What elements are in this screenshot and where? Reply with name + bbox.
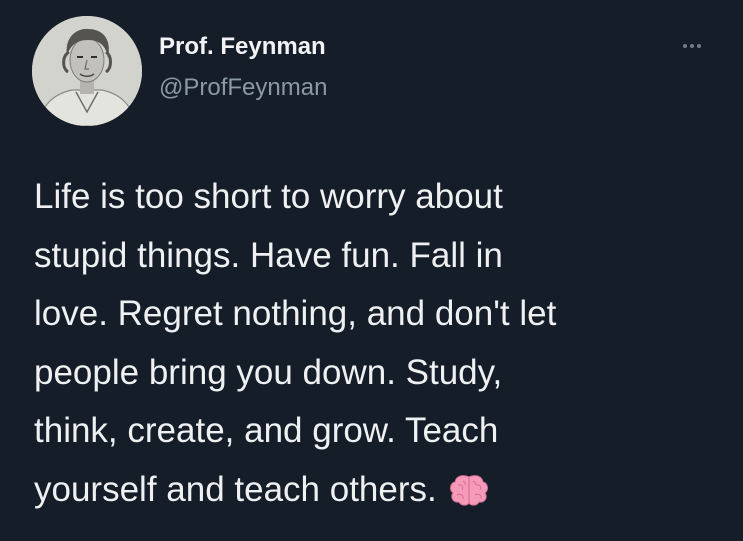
- author-display-name[interactable]: Prof. Feynman: [159, 33, 326, 61]
- author-handle[interactable]: @ProfFeynman: [159, 74, 327, 102]
- tweet-text-line: love. Regret nothing, and don't let: [34, 294, 557, 333]
- brain-icon: [449, 467, 489, 526]
- tweet-text-last-line: yourself and teach others.: [34, 461, 724, 526]
- more-options-button[interactable]: [672, 32, 712, 60]
- author-avatar[interactable]: [32, 16, 142, 126]
- more-options-icon-dot: [690, 44, 694, 48]
- more-options-icon: [683, 44, 687, 48]
- tweet-card: Prof. Feynman @ProfFeynman Life is too s…: [0, 0, 743, 541]
- more-options-icon-dot: [697, 44, 701, 48]
- tweet-text-line: yourself and teach others.: [34, 469, 437, 509]
- tweet-text-line: Life is too short to worry about: [34, 177, 503, 216]
- portrait-avatar-icon: [32, 16, 142, 126]
- tweet-text-line: people bring you down. Study,: [34, 352, 503, 392]
- tweet-text: Life is too short to worry about stupid …: [34, 168, 724, 525]
- tweet-text-line: stupid things. Have fun. Fall in: [34, 235, 503, 275]
- tweet-text-line: think, create, and grow. Teach: [34, 411, 499, 450]
